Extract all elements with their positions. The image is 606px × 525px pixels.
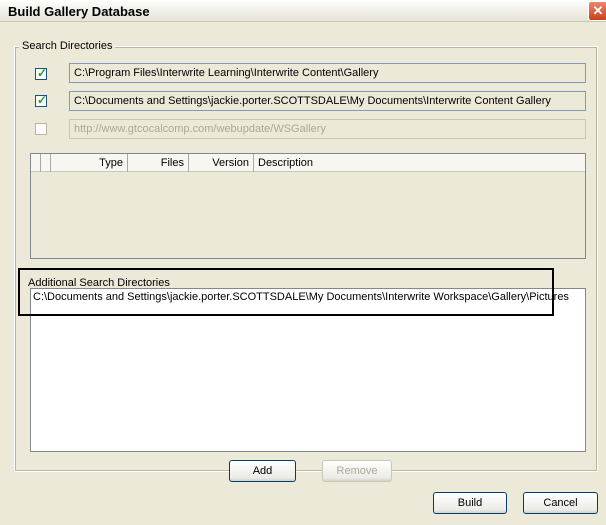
directory-checkbox-2[interactable]: ✓ <box>35 93 48 107</box>
list-header: Type Files Version Description <box>31 154 585 172</box>
dialog-title: Build Gallery Database <box>8 4 150 19</box>
column-blank[interactable] <box>41 154 51 172</box>
title-bar: Build Gallery Database ✕ <box>0 0 606 22</box>
build-gallery-dialog: Build Gallery Database ✕ Search Director… <box>0 0 606 525</box>
remove-button[interactable]: Remove <box>322 460 392 482</box>
cancel-button[interactable]: Cancel <box>523 492 598 514</box>
directory-path-3[interactable]: http://www.gtcocalcomp.com/webupdate/WSG… <box>69 119 586 139</box>
build-button[interactable]: Build <box>433 492 507 514</box>
highlight-box <box>18 268 554 316</box>
column-files[interactable]: Files <box>128 154 189 172</box>
close-icon[interactable]: ✕ <box>588 1 606 21</box>
column-type[interactable]: Type <box>51 154 128 172</box>
check-mark-icon: ✓ <box>37 93 48 107</box>
column-version[interactable]: Version <box>189 154 254 172</box>
directory-checkbox-1[interactable]: ✓ <box>35 66 48 80</box>
column-checkbox[interactable] <box>31 154 41 172</box>
search-directories-legend: Search Directories <box>19 40 116 52</box>
check-mark-icon: ✓ <box>37 66 48 80</box>
directory-path-1[interactable]: C:\Program Files\Interwrite Learning\Int… <box>69 63 586 83</box>
directory-details-list[interactable]: Type Files Version Description <box>30 153 586 259</box>
column-description[interactable]: Description <box>254 154 336 172</box>
add-button[interactable]: Add <box>229 460 296 482</box>
directory-path-2[interactable]: C:\Documents and Settings\jackie.porter.… <box>69 91 586 111</box>
directory-checkbox-3[interactable] <box>35 123 47 135</box>
